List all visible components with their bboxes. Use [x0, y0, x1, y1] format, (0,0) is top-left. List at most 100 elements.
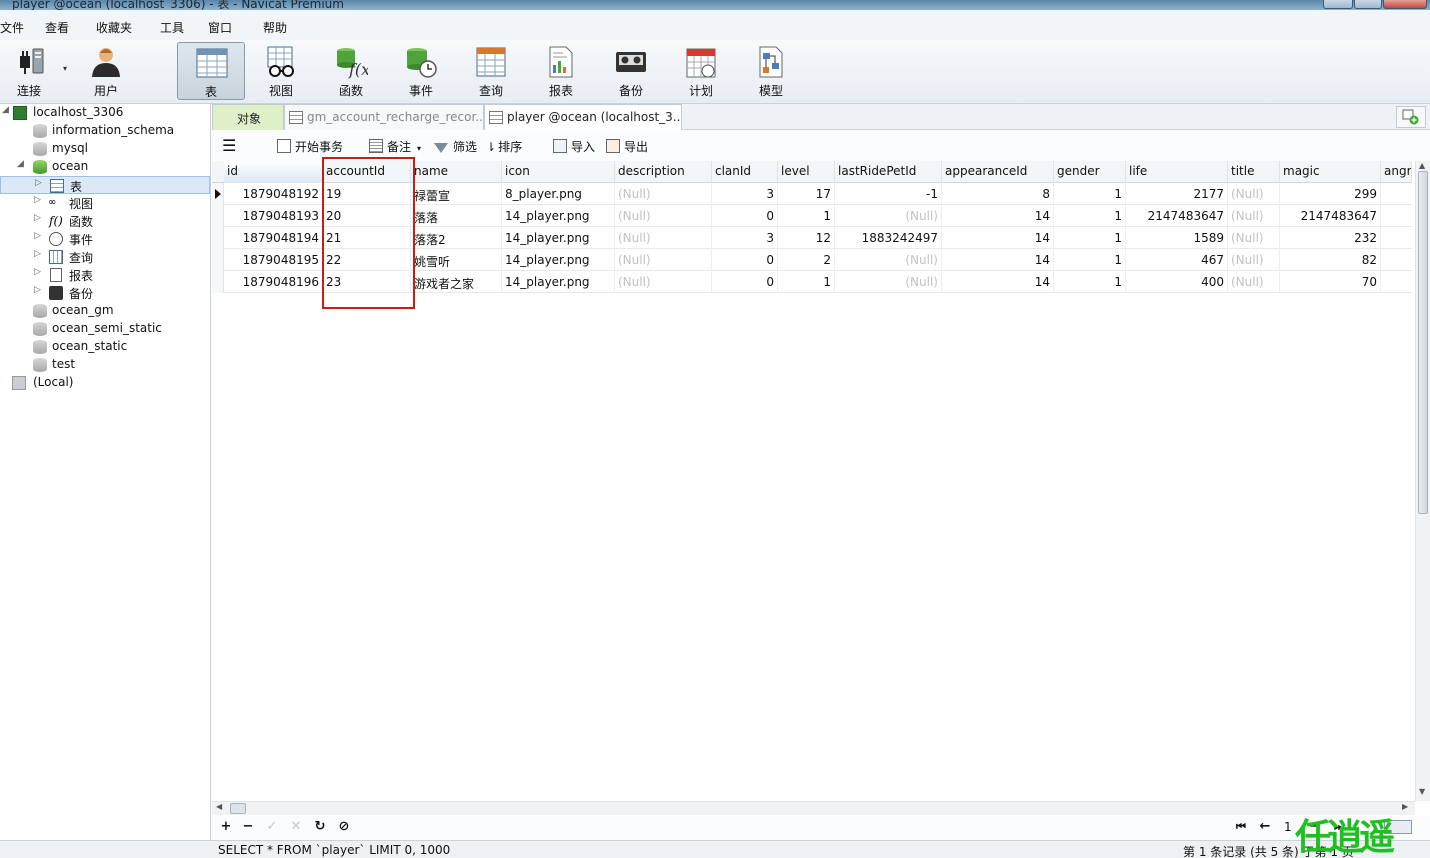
cell-gender[interactable]: 1 — [1054, 205, 1126, 227]
tree-db-ocean-static[interactable]: ocean_static — [0, 338, 210, 356]
cell-gender[interactable]: 1 — [1054, 271, 1126, 293]
cell-lastridepetid[interactable]: (Null) — [835, 271, 942, 293]
import-button[interactable]: 导入 — [553, 138, 595, 155]
column-header-life[interactable]: life — [1126, 161, 1228, 183]
horizontal-scroll-thumb[interactable] — [230, 803, 246, 814]
cell-magic[interactable]: 232 — [1280, 227, 1381, 249]
expand-arrow-icon[interactable]: ▷ — [34, 285, 41, 295]
toolbar-backup-button[interactable]: 备份 — [597, 42, 665, 100]
toolbar-connect-button[interactable]: 连接 — [0, 42, 65, 100]
cell-description[interactable]: (Null) — [615, 249, 712, 271]
cell-id[interactable]: 1879048196 — [224, 271, 323, 293]
column-header-level[interactable]: level — [778, 161, 835, 183]
export-button[interactable]: 导出 — [606, 138, 648, 155]
cell-description[interactable]: (Null) — [615, 271, 712, 293]
cell-clanid[interactable]: 0 — [712, 249, 778, 271]
expand-arrow-icon[interactable]: ▷ — [34, 213, 41, 223]
cell-icon[interactable]: 8_player.png — [502, 183, 615, 205]
scroll-up-arrow-icon[interactable]: ▲ — [1419, 161, 1425, 170]
tree-item-functions[interactable]: ▷ f() 函数 — [0, 212, 210, 230]
menu-window[interactable]: 窗口 — [208, 19, 232, 36]
refresh-icon[interactable]: ↻ — [313, 820, 327, 834]
tree-item-queries[interactable]: ▷ 查询 — [0, 248, 210, 266]
cell-life[interactable]: 1589 — [1126, 227, 1228, 249]
sort-button[interactable]: ⇂ 排序 — [486, 138, 522, 155]
stop-icon[interactable]: ⊘ — [337, 820, 351, 834]
tree-connection-localhost[interactable]: ◢ localhost_3306 — [0, 104, 210, 122]
cell-life[interactable]: 400 — [1126, 271, 1228, 293]
cell-title[interactable]: (Null) — [1228, 183, 1280, 205]
expand-arrow-icon[interactable]: ▷ — [34, 195, 41, 205]
tree-db-test[interactable]: test — [0, 356, 210, 374]
cell-icon[interactable]: 14_player.png — [502, 249, 615, 271]
column-header-magic[interactable]: magic — [1280, 161, 1381, 183]
cell-life[interactable]: 2177 — [1126, 183, 1228, 205]
toolbar-user-button[interactable]: 用户 — [72, 42, 140, 100]
column-header-appearanceid[interactable]: appearanceId — [942, 161, 1054, 183]
tab-player[interactable]: player @ocean (localhost_3... — [484, 104, 682, 130]
cell-description[interactable]: (Null) — [615, 205, 712, 227]
tab-gm-account-recharge[interactable]: gm_account_recharge_recor... — [284, 104, 484, 130]
cell-icon[interactable]: 14_player.png — [502, 227, 615, 249]
cell-id[interactable]: 1879048195 — [224, 249, 323, 271]
cell-appearanceid[interactable]: 14 — [942, 271, 1054, 293]
cell-name[interactable]: 落落2 — [411, 227, 502, 249]
tree-db-ocean[interactable]: ◢ ocean — [0, 158, 210, 176]
column-header-description[interactable]: description — [615, 161, 712, 183]
expand-arrow-icon[interactable]: ▷ — [35, 178, 42, 188]
connect-dropdown-chevron-icon[interactable]: ▾ — [63, 64, 67, 73]
cell-lastridepetid[interactable]: (Null) — [835, 205, 942, 227]
cell-title[interactable]: (Null) — [1228, 271, 1280, 293]
cell-title[interactable]: (Null) — [1228, 227, 1280, 249]
horizontal-scrollbar[interactable]: ◀ ▶ — [212, 801, 1415, 815]
cell-clanid[interactable]: 3 — [712, 227, 778, 249]
cell-id[interactable]: 1879048194 — [224, 227, 323, 249]
page-number[interactable]: 1 — [1284, 820, 1292, 834]
column-header-gender[interactable]: gender — [1054, 161, 1126, 183]
column-header-lastridepetid[interactable]: lastRidePetId — [835, 161, 942, 183]
expand-arrow-icon[interactable]: ▷ — [34, 267, 41, 277]
tree-db-ocean-semi-static[interactable]: ocean_semi_static — [0, 320, 210, 338]
vertical-scrollbar[interactable]: ▲ ▼ — [1415, 161, 1430, 801]
tab-objects[interactable]: 对象 — [212, 104, 284, 130]
cell-level[interactable]: 2 — [778, 249, 835, 271]
menu-help[interactable]: 帮助 — [263, 19, 287, 36]
cell-gender[interactable]: 1 — [1054, 183, 1126, 205]
filter-button[interactable]: 筛选 — [434, 138, 477, 155]
cell-icon[interactable]: 14_player.png — [502, 271, 615, 293]
cell-name[interactable]: 落落 — [411, 205, 502, 227]
cell-level[interactable]: 1 — [778, 205, 835, 227]
column-header-name[interactable]: name — [411, 161, 502, 183]
tree-db-mysql[interactable]: mysql — [0, 140, 210, 158]
memo-dropdown-chevron-icon[interactable]: ▾ — [417, 144, 421, 153]
collapse-arrow-icon[interactable]: ◢ — [17, 159, 24, 169]
tree-item-reports[interactable]: ▷ 报表 — [0, 266, 210, 284]
tree-item-views[interactable]: ▷ ∞ 视图 — [0, 194, 210, 212]
apply-changes-icon[interactable]: ✓ — [265, 820, 279, 834]
menu-tools[interactable]: 工具 — [160, 19, 184, 36]
menu-favorites[interactable]: 收藏夹 — [96, 19, 132, 36]
cell-appearanceid[interactable]: 8 — [942, 183, 1054, 205]
new-tab-button[interactable] — [1396, 106, 1426, 128]
cell-lastridepetid[interactable]: (Null) — [835, 249, 942, 271]
add-record-icon[interactable]: + — [219, 820, 233, 834]
cell-appearanceid[interactable]: 14 — [942, 249, 1054, 271]
cell-gender[interactable]: 1 — [1054, 227, 1126, 249]
begin-transaction-button[interactable]: 开始事务 — [277, 138, 343, 155]
cell-appearanceid[interactable]: 14 — [942, 227, 1054, 249]
memo-button[interactable]: 备注 ▾ — [369, 138, 421, 155]
expand-arrow-icon[interactable]: ▷ — [34, 231, 41, 241]
cell-name[interactable]: 姚雪听 — [411, 249, 502, 271]
vertical-scroll-thumb[interactable] — [1418, 171, 1428, 514]
tree-item-backups[interactable]: ▷ 备份 — [0, 284, 210, 302]
cell-gender[interactable]: 1 — [1054, 249, 1126, 271]
cell-name[interactable]: 禄蕾宣 — [411, 183, 502, 205]
toolbar-event-button[interactable]: 事件 — [387, 42, 455, 100]
toolbar-report-button[interactable]: 报表 — [527, 42, 595, 100]
toolbar-model-button[interactable]: 模型 — [737, 42, 805, 100]
toolbar-query-button[interactable]: 查询 — [457, 42, 525, 100]
cell-id[interactable]: 1879048192 — [224, 183, 323, 205]
tree-db-ocean-gm[interactable]: ocean_gm — [0, 302, 210, 320]
discard-changes-icon[interactable]: ✕ — [289, 820, 303, 834]
column-header-id[interactable]: id — [224, 161, 323, 183]
